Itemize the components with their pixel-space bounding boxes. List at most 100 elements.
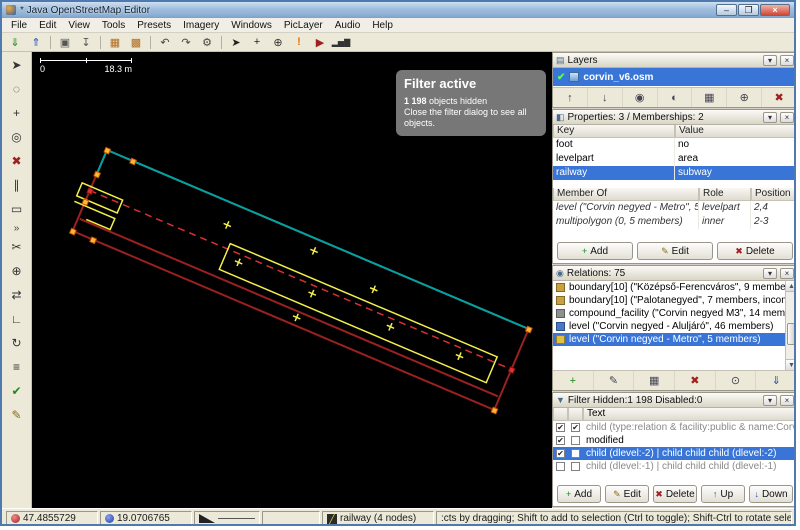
relations-scrollbar[interactable]: ▲ ▼ (785, 281, 796, 370)
download-relation-members-button[interactable]: ⇓ (756, 371, 796, 390)
duplicate-layer-button[interactable]: ▦ (692, 88, 727, 107)
way-railway-selected[interactable] (90, 191, 512, 370)
menu-help[interactable]: Help (366, 19, 399, 32)
delete-tool-icon[interactable]: ✖ (5, 150, 29, 172)
filter-enabled-checkbox[interactable]: ✔ (556, 423, 565, 432)
export-file-icon[interactable]: ↧ (76, 34, 96, 51)
reverse-way-tool-icon[interactable]: ⇄ (5, 284, 29, 306)
download-data-icon[interactable]: ⇓ (5, 34, 25, 51)
menu-tools[interactable]: Tools (96, 19, 131, 32)
zoom-slider-track[interactable] (218, 518, 255, 519)
layer-opacity-button[interactable]: ◐ (658, 88, 693, 107)
move-filter-down-button[interactable]: ↓Down (749, 485, 793, 503)
panel-close-button[interactable]: × (780, 395, 794, 406)
tag-row[interactable]: foot no (553, 138, 796, 152)
membership-column-position[interactable]: Position (751, 188, 796, 201)
redo-icon[interactable]: ↷ (176, 34, 196, 51)
zoom-tool-icon[interactable]: ◎ (5, 126, 29, 148)
filter-hiding-checkbox[interactable] (571, 436, 580, 445)
tag-row[interactable]: levelpart area (553, 152, 796, 166)
parallel-tool-icon[interactable]: ∥ (5, 174, 29, 196)
delete-tag-button[interactable]: ✖Delete (717, 242, 793, 260)
layer-visible-icon[interactable]: ✔ (557, 72, 565, 83)
membership-column-member-of[interactable]: Member Of (553, 188, 699, 201)
split-way-tool-icon[interactable]: ✂ (5, 236, 29, 258)
move-layer-up-button[interactable]: ↑ (553, 88, 588, 107)
way-track-inner[interactable] (80, 219, 498, 396)
filter-hiding-checkbox[interactable] (571, 449, 580, 458)
tag-row-selected[interactable]: railway subway (553, 166, 796, 180)
menu-audio[interactable]: Audio (329, 19, 367, 32)
filter-hiding-checkbox[interactable]: ✔ (571, 423, 580, 432)
move-filter-up-button[interactable]: ↑Up (701, 485, 745, 503)
close-button[interactable]: × (760, 4, 790, 16)
filter-row-selected[interactable]: ✔ child (dlevel:-2) | child child child … (553, 447, 796, 460)
annotate-tool-icon[interactable]: ✎ (5, 404, 29, 426)
menu-windows[interactable]: Windows (225, 19, 278, 32)
panel-close-button[interactable]: × (780, 268, 794, 279)
delete-filter-button[interactable]: ✖Delete (653, 485, 697, 503)
way-stairs[interactable] (77, 183, 123, 213)
combine-way-tool-icon[interactable]: ⊕ (5, 260, 29, 282)
edit-relation-button[interactable]: ✎ (594, 371, 635, 390)
zoom-slider-segment[interactable] (194, 511, 260, 527)
toggle-layer-visibility-button[interactable]: ◉ (623, 88, 658, 107)
select-tool-icon[interactable]: ➤ (5, 54, 29, 76)
menu-file[interactable]: File (5, 19, 33, 32)
relation-item-selected[interactable]: level ("Corvin negyed - Metro", 5 member… (553, 333, 787, 346)
filter-column-enabled[interactable] (553, 408, 568, 421)
panel-close-button[interactable]: × (780, 112, 794, 123)
select-relation-members-button[interactable]: ⊙ (716, 371, 757, 390)
add-tag-button[interactable]: +Add (557, 242, 633, 260)
virtual-node-markers[interactable] (199, 211, 480, 388)
way-corridor[interactable] (70, 201, 115, 229)
menu-imagery[interactable]: Imagery (177, 19, 225, 32)
add-relation-button[interactable]: + (553, 371, 594, 390)
audio-play-icon[interactable]: ▶ (310, 34, 330, 51)
relation-item[interactable]: boundary[10] ("Középső-Ferencváros", 9 m… (553, 281, 787, 294)
membership-row[interactable]: multipolygon (0, 5 members) inner 2-3 (553, 215, 796, 229)
undo-icon[interactable]: ↶ (155, 34, 175, 51)
tag-column-value[interactable]: Value (675, 125, 796, 138)
filter-row[interactable]: ✔ ✔ child (type:relation & facility:publ… (553, 421, 796, 434)
select-mode-icon[interactable]: ➤ (226, 34, 246, 51)
orthogonalize-tool-icon[interactable]: ∟ (5, 308, 29, 330)
add-filter-button[interactable]: +Add (557, 485, 601, 503)
preset-transport-icon[interactable]: ⊕ (268, 34, 288, 51)
scroll-down-arrow[interactable]: ▼ (786, 359, 796, 370)
menu-piclayer[interactable]: PicLayer (278, 19, 329, 32)
way-teal-edge[interactable] (107, 150, 529, 329)
filter-row[interactable]: ✔ modified (553, 434, 796, 447)
validate-tool-icon[interactable]: ✔ (5, 380, 29, 402)
draw-node-tool-icon[interactable]: + (5, 102, 29, 124)
edit-tag-button[interactable]: ✎Edit (637, 242, 713, 260)
relation-item[interactable]: boundary[10] ("Palotanegyed", 7 members,… (553, 294, 787, 307)
toolbar-overflow[interactable]: » (5, 222, 29, 234)
panel-dock-button[interactable]: ▾ (763, 268, 777, 279)
merge-layer-button[interactable]: ⊕ (727, 88, 762, 107)
way-teal-edge-left[interactable] (97, 150, 107, 174)
edit-filter-button[interactable]: ✎Edit (605, 485, 649, 503)
menu-edit[interactable]: Edit (33, 19, 62, 32)
preferences-icon[interactable]: ⚙ (197, 34, 217, 51)
filter-column-text[interactable]: Text (583, 408, 796, 421)
delete-layer-button[interactable]: ✖ (762, 88, 796, 107)
filter-row[interactable]: child (dlevel:-1) | child child child (d… (553, 460, 796, 473)
panel-dock-button[interactable]: ▾ (763, 112, 777, 123)
move-layer-down-button[interactable]: ↓ (588, 88, 623, 107)
validation-warning-icon[interactable]: ! (289, 34, 309, 51)
menu-view[interactable]: View (62, 19, 96, 32)
tag-column-key[interactable]: Key (553, 125, 675, 138)
filter-enabled-checkbox[interactable]: ✔ (556, 449, 565, 458)
panel-close-button[interactable]: × (780, 55, 794, 66)
draw-mode-icon[interactable]: + (247, 34, 267, 51)
relation-item[interactable]: level ("Corvin negyed - Aluljáró", 46 me… (553, 320, 787, 333)
panel-dock-button[interactable]: ▾ (763, 55, 777, 66)
filter-enabled-checkbox[interactable]: ✔ (556, 436, 565, 445)
zoom-slider-icon[interactable] (199, 514, 215, 523)
membership-column-role[interactable]: Role (699, 188, 751, 201)
map-canvas[interactable]: 0 18.3 m Filter active 1 198 objects hid… (32, 52, 552, 508)
lasso-tool-icon[interactable]: ◌ (5, 78, 29, 100)
wms-layer-icon[interactable]: ▩ (126, 34, 146, 51)
imagery-layer-icon[interactable]: ▦ (105, 34, 125, 51)
